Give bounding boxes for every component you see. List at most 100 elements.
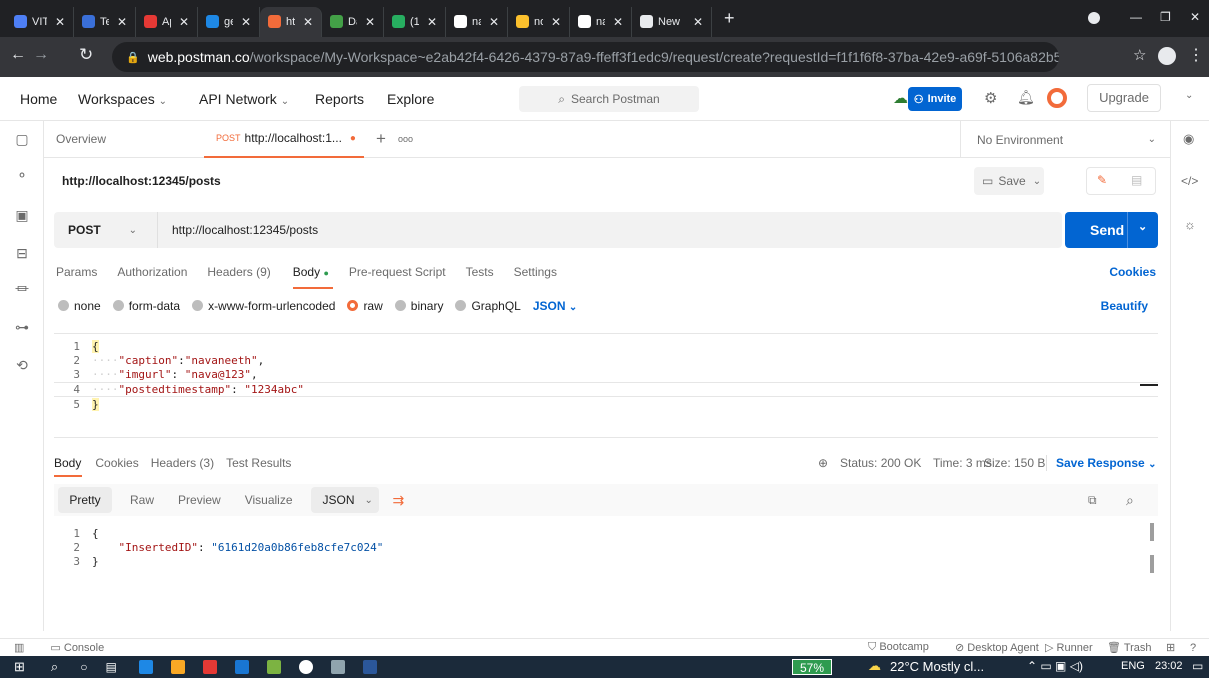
- battery-indicator[interactable]: 57%: [792, 659, 832, 675]
- code-icon[interactable]: </>: [1181, 174, 1198, 188]
- request-body-editor[interactable]: 1{ 2 ····"caption":"navaneeth", 3 ····"img…: [54, 333, 1158, 438]
- close-tab-icon[interactable]: ✕: [693, 15, 703, 29]
- resp-tab-body[interactable]: Body: [54, 456, 82, 477]
- collections-icon[interactable]: ▢: [12, 129, 32, 149]
- flows-icon[interactable]: ⊶: [12, 317, 32, 337]
- desktop-agent-button[interactable]: ⊘ Desktop Agent: [955, 641, 1039, 654]
- weather-text[interactable]: 22°C Mostly cl...: [890, 659, 984, 674]
- chevron-down-icon[interactable]: ⌄: [1185, 90, 1193, 101]
- response-body-viewer[interactable]: 1{ 2 "InsertedID": "6161d20a0b86feb8cfe7…: [54, 521, 1158, 581]
- radio-binary[interactable]: binary: [394, 299, 443, 313]
- tab-tests[interactable]: Tests: [466, 265, 494, 279]
- scrollbar-thumb[interactable]: [1150, 523, 1154, 541]
- radio-urlencoded[interactable]: x-www-form-urlencoded: [192, 299, 335, 313]
- restore-icon[interactable]: ❐: [1160, 10, 1171, 24]
- scrollbar-thumb[interactable]: [1150, 555, 1154, 573]
- forward-icon[interactable]: →: [33, 46, 49, 64]
- record-icon[interactable]: [1088, 12, 1100, 24]
- tab-settings[interactable]: Settings: [514, 265, 557, 279]
- resp-tab-cookies[interactable]: Cookies: [95, 456, 138, 470]
- browser-tab[interactable]: http:/ ✕: [260, 6, 322, 37]
- response-format-select[interactable]: JSON ⌄: [310, 487, 379, 513]
- help-icon[interactable]: ?: [1190, 642, 1196, 654]
- new-tab-button[interactable]: +: [376, 129, 386, 149]
- view-pretty[interactable]: Pretty: [58, 487, 112, 513]
- tray-icons[interactable]: ⌃ ▭ ▣ ◁): [1027, 659, 1083, 673]
- view-visualize[interactable]: Visualize: [245, 493, 293, 507]
- browser-tab[interactable]: VIT R ✕: [6, 6, 74, 37]
- beautify-link[interactable]: Beautify: [1101, 299, 1148, 313]
- tab-headers[interactable]: Headers (9): [207, 265, 270, 279]
- send-button[interactable]: Send ⌄: [1065, 212, 1158, 248]
- settings-gear-icon[interactable]: ⚙: [984, 89, 997, 107]
- notification-bell-icon[interactable]: 🔔︎: [1017, 89, 1035, 106]
- upgrade-button[interactable]: Upgrade: [1087, 84, 1161, 112]
- save-button[interactable]: ▭ Save ⌄: [974, 167, 1044, 195]
- browser-tab[interactable]: (1) W ✕: [384, 6, 446, 37]
- view-preview[interactable]: Preview: [178, 493, 221, 507]
- windows-start-icon[interactable]: ⊞: [14, 659, 25, 675]
- search-icon[interactable]: ⌕: [1126, 492, 1134, 509]
- runner-button[interactable]: ▷ Runner: [1045, 641, 1093, 654]
- close-tab-icon[interactable]: ✕: [117, 15, 127, 29]
- lightbulb-icon[interactable]: ☼: [1184, 217, 1196, 232]
- cookies-link[interactable]: Cookies: [1109, 265, 1156, 279]
- profile-icon[interactable]: [1158, 47, 1176, 65]
- workspaces-menu[interactable]: Workspaces ⌄: [78, 91, 167, 107]
- environment-selector[interactable]: No Environment ⌄: [960, 121, 1170, 158]
- radio-none[interactable]: none: [58, 299, 101, 313]
- browser-tab[interactable]: node ✕: [508, 6, 570, 37]
- console-button[interactable]: ▭ Console: [50, 641, 104, 654]
- minimize-icon[interactable]: —: [1130, 10, 1142, 24]
- file-explorer-icon[interactable]: [170, 660, 185, 674]
- trash-button[interactable]: 🗑︎ Trash: [1107, 641, 1152, 654]
- search-icon[interactable]: ⌕: [51, 659, 58, 675]
- tab-params[interactable]: Params: [56, 265, 97, 279]
- language-indicator[interactable]: ENG: [1121, 660, 1145, 672]
- edge-icon[interactable]: [138, 660, 153, 674]
- radio-graphql[interactable]: GraphQL: [455, 299, 521, 313]
- back-icon[interactable]: ←: [10, 46, 26, 64]
- bookmark-star-icon[interactable]: ☆: [1133, 46, 1146, 64]
- wrap-lines-icon[interactable]: ⇉: [393, 492, 405, 509]
- browser-tab[interactable]: gene ✕: [198, 6, 260, 37]
- clock[interactable]: 23:02: [1155, 660, 1183, 672]
- vscode-icon[interactable]: [234, 660, 249, 674]
- tab-overview[interactable]: Overview: [44, 121, 204, 158]
- new-browser-tab-button[interactable]: +: [724, 8, 735, 29]
- globe-icon[interactable]: ⊕: [818, 456, 828, 470]
- avatar[interactable]: [1047, 88, 1067, 108]
- tab-pre-request-script[interactable]: Pre-request Script: [349, 265, 446, 279]
- close-tab-icon[interactable]: ✕: [613, 15, 623, 29]
- api-network-menu[interactable]: API Network ⌄: [199, 91, 289, 107]
- close-window-icon[interactable]: ✕: [1190, 10, 1200, 24]
- notepad-icon[interactable]: [266, 660, 281, 674]
- address-bar[interactable]: 🔒 web.postman.co/workspace/My-Workspace~…: [112, 42, 1059, 72]
- save-response-button[interactable]: Save Response ⌄: [1056, 456, 1156, 470]
- invite-button[interactable]: ⚇ Invite: [908, 87, 962, 111]
- home-link[interactable]: Home: [20, 91, 57, 107]
- close-tab-icon[interactable]: ✕: [55, 15, 65, 29]
- tab-active-request[interactable]: POST http://localhost:1... ●: [204, 121, 364, 158]
- format-select[interactable]: JSON ⌄: [533, 299, 577, 313]
- weather-icon[interactable]: ☁: [868, 658, 881, 674]
- view-raw[interactable]: Raw: [130, 493, 154, 507]
- close-tab-icon[interactable]: ✕: [303, 15, 313, 29]
- tab-authorization[interactable]: Authorization: [117, 265, 187, 279]
- close-tab-icon[interactable]: ✕: [551, 15, 561, 29]
- app-icon[interactable]: [298, 660, 313, 674]
- more-tabs-icon[interactable]: ooo: [398, 134, 413, 144]
- close-tab-icon[interactable]: ✕: [365, 15, 375, 29]
- notifications-icon[interactable]: ▭: [1192, 659, 1203, 673]
- close-tab-icon[interactable]: ✕: [489, 15, 499, 29]
- cortana-icon[interactable]: ○: [80, 660, 87, 674]
- method-select[interactable]: POST ⌄: [54, 212, 158, 248]
- close-tab-icon[interactable]: ✕: [427, 15, 437, 29]
- eye-icon[interactable]: ◉: [1183, 131, 1194, 147]
- apis-icon[interactable]: ⚬: [12, 165, 32, 185]
- browser-menu-icon[interactable]: ⋮: [1188, 45, 1204, 65]
- edit-pencil-icon[interactable]: ✎: [1097, 173, 1107, 187]
- browser-tab[interactable]: Datal ✕: [322, 6, 384, 37]
- resp-tab-headers[interactable]: Headers (3): [151, 456, 214, 470]
- word-icon[interactable]: [362, 660, 377, 674]
